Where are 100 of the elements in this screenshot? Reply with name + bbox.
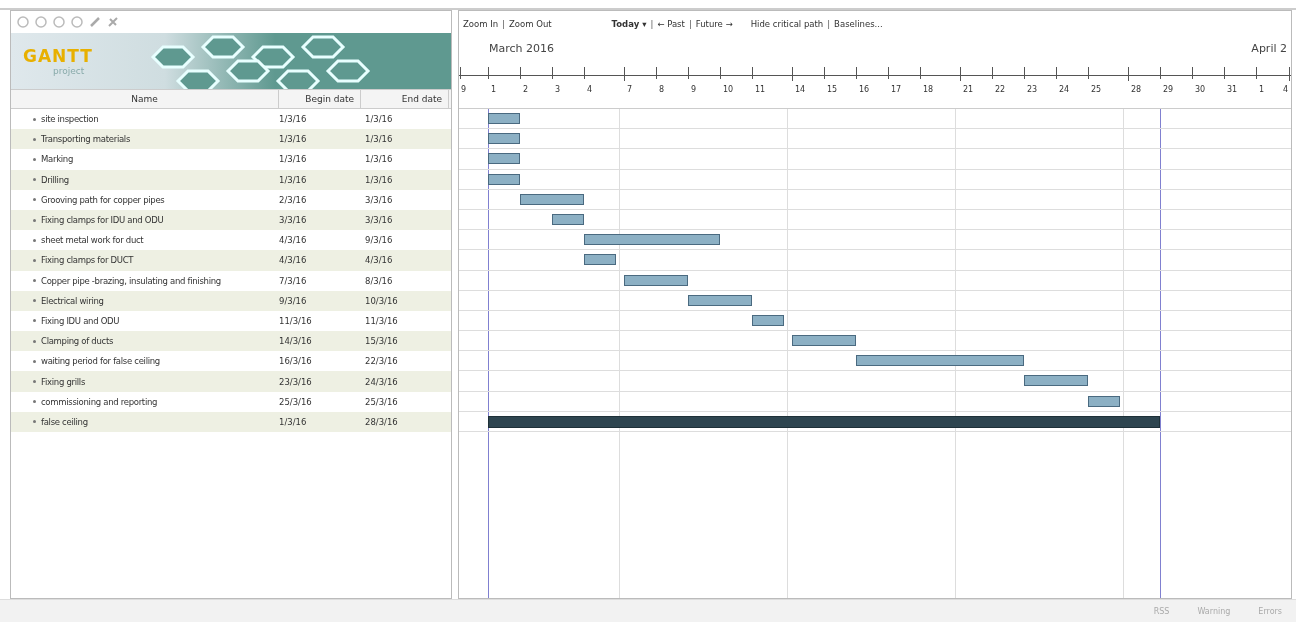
end-date: 10/3/16 xyxy=(365,295,398,306)
task-bar[interactable] xyxy=(488,153,520,165)
bullet-icon xyxy=(33,117,36,121)
begin-date: 1/3/16 xyxy=(279,134,307,145)
day-label: 23 xyxy=(1027,85,1038,94)
month-label: March 2016 xyxy=(489,41,555,55)
begin-date: 25/3/16 xyxy=(279,396,312,407)
end-date: 4/3/16 xyxy=(365,255,393,266)
toolbar-separator: | xyxy=(502,19,505,29)
bullet-icon xyxy=(33,218,36,222)
bullet-icon xyxy=(33,400,36,404)
task-name: Transporting materials xyxy=(41,134,131,145)
day-label: 18 xyxy=(923,85,934,94)
task-bar[interactable] xyxy=(584,234,720,246)
task-name: Electrical wiring xyxy=(41,295,104,306)
day-label: 15 xyxy=(827,85,838,94)
logo-subtitle: project xyxy=(52,66,86,76)
task-name: Fixing IDU and ODU xyxy=(41,315,120,326)
task-name: Fixing grills xyxy=(41,376,85,387)
day-label: 31 xyxy=(1227,85,1238,94)
end-date: 8/3/16 xyxy=(365,275,393,286)
day-label: 24 xyxy=(1059,85,1070,94)
summary-bar[interactable] xyxy=(488,415,1160,428)
column-header[interactable]: End date xyxy=(361,90,449,108)
bullet-icon xyxy=(33,420,36,424)
task-name: Fixing clamps for DUCT xyxy=(41,255,134,266)
day-label: 25 xyxy=(1091,85,1102,94)
end-date: 22/3/16 xyxy=(365,356,398,367)
end-date: 1/3/16 xyxy=(365,134,393,145)
begin-date: 1/3/16 xyxy=(279,154,307,165)
end-date: 24/3/16 xyxy=(365,376,398,387)
bullet-icon xyxy=(33,258,36,262)
task-bar[interactable] xyxy=(624,274,688,286)
task-name: Clamping of ducts xyxy=(41,336,114,347)
begin-date: 2/3/16 xyxy=(279,194,307,205)
end-date: 3/3/16 xyxy=(365,215,393,226)
bullet-icon xyxy=(33,299,36,303)
bullet-icon xyxy=(33,137,36,141)
end-date: 1/3/16 xyxy=(365,154,393,165)
column-header[interactable]: Name xyxy=(11,90,279,108)
task-name: Marking xyxy=(41,154,73,165)
day-label: 17 xyxy=(891,85,902,94)
toolbar-link[interactable]: Today ▾ xyxy=(611,19,647,29)
task-bar[interactable] xyxy=(1024,375,1088,387)
toolbar-link[interactable]: ← Past xyxy=(657,19,685,29)
task-name: sheet metal work for duct xyxy=(41,235,144,246)
begin-date: 7/3/16 xyxy=(279,275,307,286)
end-date: 28/3/16 xyxy=(365,416,398,427)
task-bar[interactable] xyxy=(488,113,520,124)
begin-date: 4/3/16 xyxy=(279,255,307,266)
toolbar-link[interactable]: Future → xyxy=(695,19,733,29)
column-header[interactable]: Begin date xyxy=(279,90,361,108)
toolbar-link[interactable]: Zoom In xyxy=(463,19,499,29)
day-label: 9 xyxy=(461,85,467,94)
task-bar[interactable] xyxy=(520,193,584,205)
task-bar[interactable] xyxy=(488,133,520,145)
day-label: 29 xyxy=(1163,85,1174,94)
task-bar[interactable] xyxy=(856,355,1024,367)
task-bar[interactable] xyxy=(792,335,856,347)
begin-date: 14/3/16 xyxy=(279,336,312,347)
day-label: 1 xyxy=(491,85,497,94)
toolbar-separator: | xyxy=(688,19,692,29)
bullet-icon xyxy=(33,198,36,202)
end-date: 3/3/16 xyxy=(365,194,393,205)
task-bar[interactable] xyxy=(752,314,784,326)
begin-date: 11/3/16 xyxy=(279,315,312,326)
day-label: 28 xyxy=(1131,85,1142,94)
toolbar-link[interactable]: Baselines... xyxy=(834,19,883,29)
task-name: commissioning and reporting xyxy=(41,396,158,407)
task-bar[interactable] xyxy=(688,294,752,306)
day-label: 8 xyxy=(659,85,665,94)
task-bar[interactable] xyxy=(584,254,616,266)
end-date: 9/3/16 xyxy=(365,235,393,246)
end-date: 1/3/16 xyxy=(365,114,393,125)
toolbar-link[interactable]: Hide critical path xyxy=(750,19,824,29)
task-bar[interactable] xyxy=(488,173,520,185)
task-name: waiting period for false ceiling xyxy=(41,356,160,367)
end-date: 1/3/16 xyxy=(365,174,393,185)
task-bar[interactable] xyxy=(1088,395,1120,407)
bullet-icon xyxy=(33,157,36,161)
end-date: 11/3/16 xyxy=(365,315,398,326)
day-label: 14 xyxy=(795,85,806,94)
day-label: 22 xyxy=(995,85,1006,94)
task-name: site inspection xyxy=(41,114,99,125)
day-label: 16 xyxy=(859,85,870,94)
task-name: Drilling xyxy=(41,174,69,185)
begin-date: 16/3/16 xyxy=(279,356,312,367)
task-bar[interactable] xyxy=(552,213,584,225)
task-name: false ceiling xyxy=(41,416,88,427)
toolbar-link[interactable]: Zoom Out xyxy=(509,19,552,29)
day-label: 4 xyxy=(1283,85,1289,94)
end-date: 15/3/16 xyxy=(365,336,398,347)
bullet-icon xyxy=(33,319,36,323)
day-label: 2 xyxy=(523,85,529,94)
bullet-icon xyxy=(33,380,36,384)
logo-title: GANTT xyxy=(23,46,94,66)
begin-date: 23/3/16 xyxy=(279,376,312,387)
begin-date: 9/3/16 xyxy=(279,295,307,306)
bullet-icon xyxy=(33,359,36,363)
task-name: Copper pipe -brazing, insulating and finishing xyxy=(41,275,221,286)
